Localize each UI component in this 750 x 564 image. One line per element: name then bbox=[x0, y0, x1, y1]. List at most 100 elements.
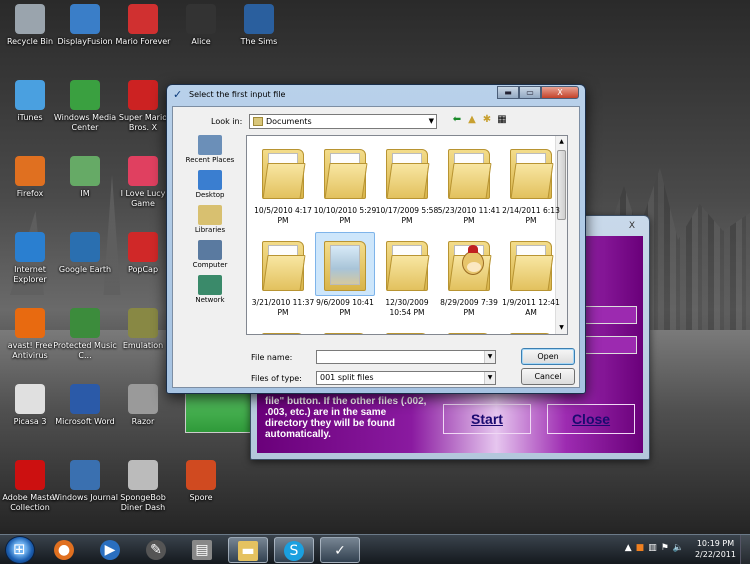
app-icon bbox=[15, 308, 45, 338]
desktop-icon[interactable]: IM bbox=[52, 156, 118, 199]
clock[interactable]: 10:19 PM 2/22/2011 bbox=[695, 538, 736, 560]
app-icon bbox=[128, 308, 158, 338]
chevron-up-icon[interactable]: ▲ bbox=[625, 543, 632, 553]
place-label: Libraries bbox=[194, 226, 226, 234]
desktop-icon[interactable]: Microsoft Word bbox=[52, 384, 118, 427]
folder-icon bbox=[510, 149, 554, 199]
file-item-partial[interactable] bbox=[437, 324, 501, 334]
place-network[interactable]: Network bbox=[179, 275, 241, 304]
folder-icon: ▬ bbox=[238, 541, 258, 561]
desktop-icon[interactable]: Spore bbox=[168, 460, 234, 503]
file-item[interactable]: 10/10/2010 5:29 PM bbox=[313, 140, 377, 226]
start-button[interactable]: Start bbox=[443, 404, 531, 434]
file-item[interactable]: 10/17/2009 5:58 PM bbox=[375, 140, 439, 226]
minimize-button[interactable]: ▬ bbox=[497, 86, 519, 99]
file-list: ▲ ▼ 10/5/2010 4:17 PM 10/10/2010 5:29 PM 1… bbox=[246, 135, 568, 335]
file-item-partial[interactable] bbox=[499, 324, 563, 334]
app-icon bbox=[186, 460, 216, 490]
thumbnail bbox=[439, 232, 499, 296]
thumbnail bbox=[315, 232, 375, 296]
chevron-down-icon[interactable]: ▼ bbox=[484, 351, 495, 363]
desktop-icon[interactable]: Mario Forever bbox=[110, 4, 176, 47]
info-text: file" button. If the other files (.002, … bbox=[265, 396, 427, 440]
desktop-icon-label: The Sims bbox=[240, 37, 278, 46]
file-item-partial[interactable] bbox=[375, 324, 439, 334]
file-item[interactable]: 3/21/2010 11:37 PM bbox=[251, 232, 315, 318]
file-item[interactable]: 8/29/2009 7:39 PM bbox=[437, 232, 501, 318]
clock-time: 10:19 PM bbox=[696, 539, 735, 548]
file-name-input[interactable]: ▼ bbox=[316, 350, 496, 364]
show-desktop-button[interactable] bbox=[740, 535, 750, 564]
file-item[interactable]: 2/14/2011 6:13 PM bbox=[499, 140, 563, 226]
file-label: 10/5/2010 4:17 PM bbox=[254, 206, 312, 225]
desktop-icon[interactable]: Windows Journal bbox=[52, 460, 118, 503]
app-icon bbox=[70, 460, 100, 490]
file-item[interactable]: 1/9/2011 12:41 AM bbox=[499, 232, 563, 318]
chevron-down-icon[interactable]: ▼ bbox=[484, 372, 495, 384]
desktop-icon[interactable]: The Sims bbox=[226, 4, 292, 47]
taskbar-media-player[interactable]: ▶ bbox=[90, 537, 130, 563]
file-name-label: File name: bbox=[251, 353, 293, 362]
desktop-icon-label: Microsoft Word bbox=[55, 417, 115, 426]
maximize-button[interactable]: ▭ bbox=[519, 86, 541, 99]
place-computer[interactable]: Computer bbox=[179, 240, 241, 269]
desktop-icon[interactable]: DisplayFusion bbox=[52, 4, 118, 47]
back-arrow-icon[interactable]: ⬅ bbox=[451, 114, 463, 126]
file-item[interactable]: 10/5/2010 4:17 PM bbox=[251, 140, 315, 226]
file-type-select[interactable]: 001 split files ▼ bbox=[316, 371, 496, 385]
network-icon[interactable]: ▥ bbox=[648, 543, 657, 553]
desktop-icon[interactable]: Alice bbox=[168, 4, 234, 47]
file-label: 9/6/2009 10:41 PM bbox=[316, 298, 374, 317]
desktop-icon[interactable]: SpongeBob Diner Dash bbox=[110, 460, 176, 513]
place-icon bbox=[198, 275, 222, 295]
desktop-icon[interactable]: Protected Music C... bbox=[52, 308, 118, 361]
close-button[interactable]: Close bbox=[547, 404, 635, 434]
place-recent-places[interactable]: Recent Places bbox=[179, 135, 241, 164]
folder-icon bbox=[510, 333, 552, 334]
checkmark-icon: ✓ bbox=[173, 88, 183, 101]
place-icon bbox=[198, 170, 222, 190]
start-button[interactable] bbox=[5, 536, 35, 564]
app-icon bbox=[15, 80, 45, 110]
folder-icon bbox=[510, 241, 554, 291]
file-item[interactable]: 5/23/2010 11:41 PM bbox=[437, 140, 501, 226]
app-icon bbox=[70, 4, 100, 34]
file-item[interactable]: 9/6/2009 10:41 PM bbox=[313, 232, 377, 318]
place-desktop[interactable]: Desktop bbox=[179, 170, 241, 199]
volume-icon[interactable]: 🔈 bbox=[673, 543, 684, 553]
new-folder-icon[interactable]: ✱ bbox=[481, 114, 493, 126]
close-button[interactable]: X bbox=[541, 86, 579, 99]
taskbar-splitter[interactable]: ✓ bbox=[320, 537, 360, 563]
app-icon bbox=[70, 156, 100, 186]
action-center-icon[interactable]: ⚑ bbox=[661, 543, 669, 553]
taskbar-app[interactable]: ▤ bbox=[182, 537, 222, 563]
view-menu-icon[interactable]: ▦ bbox=[496, 114, 508, 126]
dialog-toolbar: ⬅ ▲ ✱ ▦ bbox=[451, 114, 508, 126]
desktop-icon[interactable]: Windows Media Center bbox=[52, 80, 118, 133]
close-icon[interactable]: X bbox=[623, 221, 641, 232]
up-folder-icon[interactable]: ▲ bbox=[466, 114, 478, 126]
place-libraries[interactable]: Libraries bbox=[179, 205, 241, 234]
desktop-icon[interactable]: Google Earth bbox=[52, 232, 118, 275]
file-item-partial[interactable] bbox=[251, 324, 315, 334]
folder-icon bbox=[324, 333, 366, 334]
look-in-select[interactable]: Documents ▼ bbox=[249, 114, 437, 129]
taskbar-skype[interactable]: S bbox=[274, 537, 314, 563]
file-item-partial[interactable] bbox=[313, 324, 377, 334]
app-icon bbox=[128, 80, 158, 110]
app-icon bbox=[70, 232, 100, 262]
app-icon bbox=[15, 384, 45, 414]
place-icon bbox=[198, 240, 222, 260]
chevron-down-icon[interactable]: ▼ bbox=[429, 115, 434, 128]
avast-icon[interactable]: ■ bbox=[636, 543, 645, 553]
taskbar-explorer[interactable]: ▬ bbox=[228, 537, 268, 563]
folder-icon bbox=[262, 241, 306, 291]
cancel-button[interactable]: Cancel bbox=[521, 368, 575, 385]
thumbnail bbox=[377, 232, 437, 296]
open-button[interactable]: Open bbox=[521, 348, 575, 365]
taskbar-tool[interactable]: ✎ bbox=[136, 537, 176, 563]
file-item[interactable]: 12/30/2009 10:54 PM bbox=[375, 232, 439, 318]
file-label: 1/9/2011 12:41 AM bbox=[502, 298, 560, 317]
taskbar-firefox[interactable]: ● bbox=[44, 537, 84, 563]
folder-icon bbox=[386, 241, 430, 291]
